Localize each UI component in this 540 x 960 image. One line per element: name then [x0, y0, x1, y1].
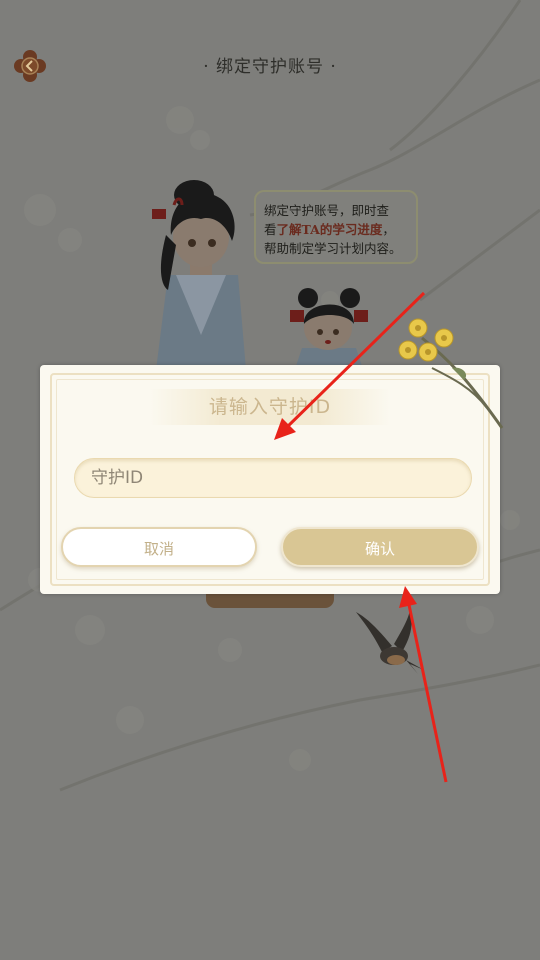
bubble-line-1: 绑定守护账号，即时查: [264, 203, 390, 218]
bubble-highlight: 了解TA的学习进度: [276, 222, 383, 237]
small-girl-character: [290, 288, 368, 372]
cancel-button[interactable]: 取消: [61, 527, 257, 567]
confirm-button[interactable]: 确认: [281, 527, 479, 567]
bubble-line-2-suffix: ，: [382, 222, 395, 237]
guardian-id-input[interactable]: [74, 458, 472, 498]
bubble-line-3: 帮助制定学习计划内容。: [264, 241, 402, 256]
dialog-title: 请输入守护ID: [150, 389, 390, 425]
swallow-bird-icon: [356, 610, 424, 674]
tall-girl-character: [152, 180, 246, 370]
page-title: · 绑定守护账号 ·: [203, 57, 337, 77]
speech-bubble: 绑定守护账号，即时查 看了解TA的学习进度， 帮助制定学习计划内容。: [254, 190, 418, 264]
bubble-line-2-prefix: 看: [264, 222, 277, 237]
flower-icon: [398, 318, 504, 429]
bubble-line-2: 看了解TA的学习进度，: [264, 220, 408, 239]
back-icon[interactable]: [12, 48, 48, 84]
